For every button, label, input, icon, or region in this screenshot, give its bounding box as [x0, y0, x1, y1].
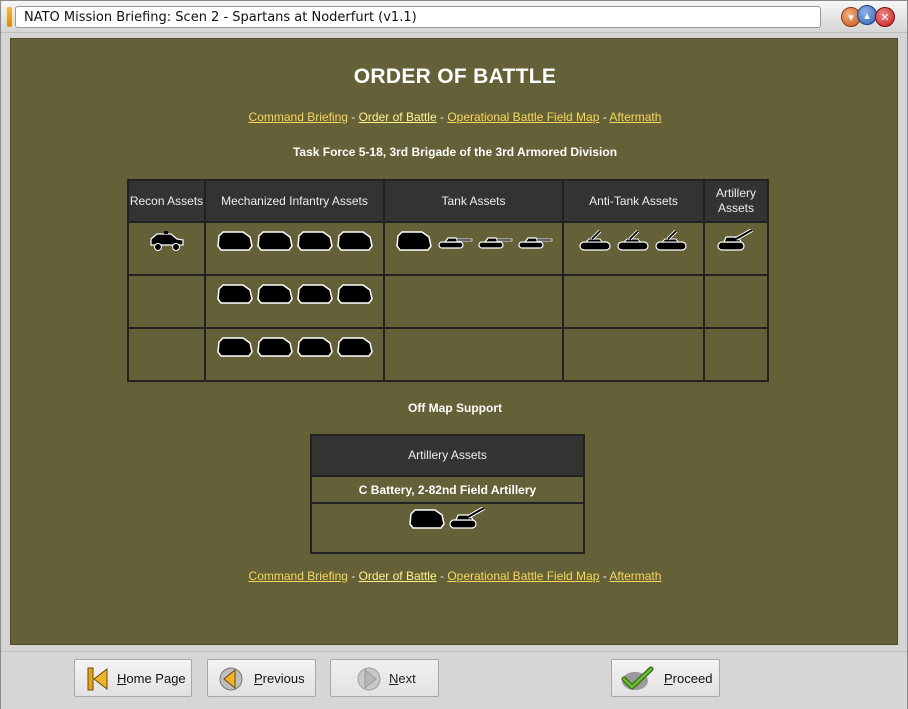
next-button[interactable]: Next [330, 659, 439, 697]
apc-icon[interactable] [408, 507, 446, 536]
apc-icon[interactable] [216, 282, 254, 311]
maximize-icon[interactable]: ▴ [857, 5, 877, 25]
sp-artillery-icon[interactable] [716, 228, 756, 258]
unit-cell [703, 327, 769, 382]
table-row [310, 502, 585, 554]
next-button-label: ext [398, 671, 416, 686]
column-header: Artillery Assets [703, 179, 769, 223]
unit-cell [204, 274, 385, 329]
table-row [127, 274, 769, 329]
unit-cell [562, 221, 705, 276]
nav-link-order-of-battle-top[interactable]: Order of Battle [359, 110, 437, 124]
briefing-nav-top: Command Briefing - Order of Battle - Ope… [11, 110, 899, 124]
apc-icon[interactable] [216, 335, 254, 364]
nav-link-aftermath-top[interactable]: Aftermath [609, 110, 661, 124]
next-arrow-icon [356, 666, 382, 692]
table-row [127, 327, 769, 382]
unit-cell [383, 221, 564, 276]
next-button-label-ul: N [389, 671, 399, 686]
nav-link-aftermath-bottom[interactable]: Aftermath [609, 569, 661, 583]
briefing-panel: ORDER OF BATTLE Command Briefing - Order… [10, 38, 898, 645]
previous-button[interactable]: Previous [207, 659, 316, 697]
sp-artillery-icon[interactable] [448, 505, 488, 536]
unit-cell [562, 327, 705, 382]
column-header: Tank Assets [383, 179, 564, 223]
off-map-support-table: Artillery Assets C Battery, 2-82nd Field… [310, 434, 585, 554]
button-bar: Home Page Previous Next Proceed [1, 651, 907, 709]
unit-icons-cell [310, 502, 585, 554]
nav-link-order-of-battle-bottom[interactable]: Order of Battle [359, 569, 437, 583]
unit-cell [703, 221, 769, 276]
checkmark-icon [620, 666, 654, 692]
app-window: NATO Mission Briefing: Scen 2 - Spartans… [0, 0, 908, 709]
proceed-button-label: roceed [672, 671, 713, 686]
previous-button-label-ul: P [254, 671, 263, 686]
table-row: C Battery, 2-82nd Field Artillery [310, 475, 585, 504]
window-title: NATO Mission Briefing: Scen 2 - Spartans… [24, 10, 417, 25]
unit-cell [383, 274, 564, 329]
nav-link-operational-battle-field-map-top[interactable]: Operational Battle Field Map [447, 110, 599, 124]
close-icon[interactable]: ✕ [875, 7, 895, 27]
table-header-row: Recon Assets Mechanized Infantry Assets … [127, 179, 769, 223]
recon-vehicle-icon[interactable] [147, 229, 187, 258]
home-page-button[interactable]: Home Page [74, 659, 192, 697]
nav-separator: - [599, 110, 610, 124]
unit-cell [127, 327, 206, 382]
home-button-label-ul: H [117, 671, 127, 686]
unit-cell [127, 221, 206, 276]
previous-button-label: revious [262, 671, 305, 686]
title-box: NATO Mission Briefing: Scen 2 - Spartans… [15, 6, 821, 28]
unit-cell [383, 327, 564, 382]
nav-link-operational-battle-field-map-bottom[interactable]: Operational Battle Field Map [447, 569, 599, 583]
apc-icon[interactable] [216, 229, 254, 258]
previous-arrow-icon [218, 666, 244, 692]
briefing-nav-bottom: Command Briefing - Order of Battle - Ope… [11, 569, 899, 583]
tank-icon[interactable] [515, 229, 553, 258]
home-icon [85, 666, 111, 692]
column-header: Recon Assets [127, 179, 206, 223]
nav-link-command-briefing-top[interactable]: Command Briefing [249, 110, 348, 124]
column-header: Artillery Assets [310, 434, 585, 477]
apc-icon[interactable] [296, 335, 334, 364]
proceed-button-label-ul: P [664, 671, 673, 686]
home-button-label: ome Page [126, 671, 186, 686]
apc-icon[interactable] [336, 282, 374, 311]
task-force-title: Task Force 5-18, 3rd Brigade of the 3rd … [292, 145, 618, 159]
title-bar[interactable]: NATO Mission Briefing: Scen 2 - Spartans… [1, 1, 907, 33]
off-map-support-title: Off Map Support [408, 401, 502, 415]
nav-separator: - [436, 569, 448, 583]
tank-icon[interactable] [435, 229, 473, 258]
unit-cell [204, 327, 385, 382]
nav-separator: - [347, 110, 359, 124]
table-row [127, 221, 769, 276]
nav-separator: - [599, 569, 610, 583]
app-icon [7, 7, 12, 27]
unit-name-cell: C Battery, 2-82nd Field Artillery [310, 475, 585, 504]
order-of-battle-table: Recon Assets Mechanized Infantry Assets … [127, 179, 769, 382]
column-header: Mechanized Infantry Assets [204, 179, 385, 223]
apc-icon[interactable] [296, 282, 334, 311]
column-header: Anti-Tank Assets [562, 179, 705, 223]
apc-icon[interactable] [395, 229, 433, 258]
apc-icon[interactable] [336, 335, 374, 364]
apc-icon[interactable] [256, 282, 294, 311]
apc-icon[interactable] [336, 229, 374, 258]
nav-separator: - [347, 569, 359, 583]
atgm-vehicle-icon[interactable] [578, 229, 614, 258]
apc-icon[interactable] [296, 229, 334, 258]
apc-icon[interactable] [256, 335, 294, 364]
page-title: ORDER OF BATTLE [353, 65, 557, 88]
nav-separator: - [436, 110, 448, 124]
tank-icon[interactable] [475, 229, 513, 258]
unit-cell [204, 221, 385, 276]
nav-link-command-briefing-bottom[interactable]: Command Briefing [249, 569, 348, 583]
apc-icon[interactable] [256, 229, 294, 258]
atgm-vehicle-icon[interactable] [616, 229, 652, 258]
unit-cell [127, 274, 206, 329]
table-header-row: Artillery Assets [310, 434, 585, 477]
unit-cell [562, 274, 705, 329]
atgm-vehicle-icon[interactable] [654, 229, 690, 258]
unit-cell [703, 274, 769, 329]
proceed-button[interactable]: Proceed [611, 659, 720, 697]
